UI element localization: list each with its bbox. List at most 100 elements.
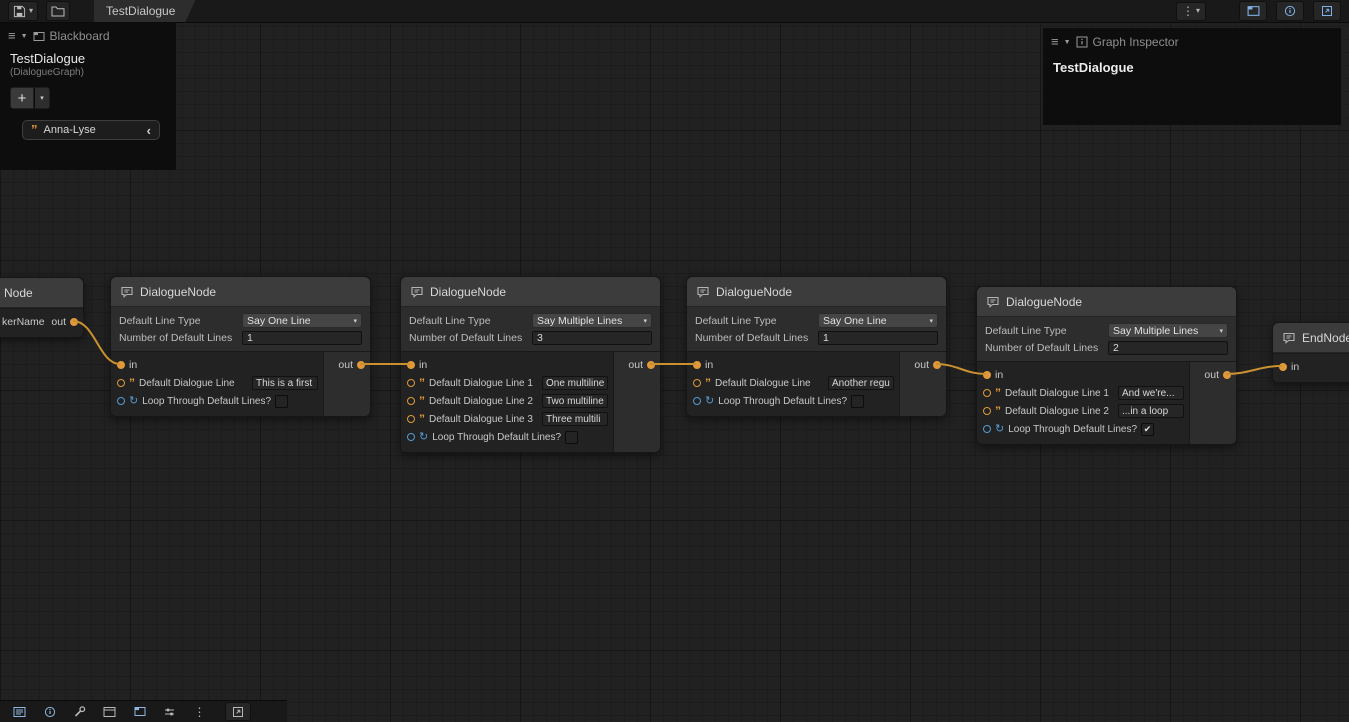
output-port[interactable] [70, 318, 78, 326]
node-title-bar[interactable]: DialogueNode [401, 277, 660, 307]
dialogue-node-1[interactable]: DialogueNode Default Line Type Say One L… [110, 276, 371, 417]
dialogue-line-field[interactable]: ...in a loop [1118, 404, 1184, 418]
input-port-label: in [705, 359, 713, 371]
output-port-label: out [51, 316, 66, 328]
input-port-label: in [419, 359, 427, 371]
settings-button[interactable] [66, 702, 93, 721]
quote-icon: ” [419, 398, 425, 405]
dialogue-node-3[interactable]: DialogueNode Default Line Type Say One L… [686, 276, 947, 417]
line-type-dropdown[interactable]: Say Multiple Lines ▾ [1108, 323, 1228, 338]
speaker-node[interactable]: Node kerName out [0, 277, 84, 338]
loop-checkbox[interactable]: ✔ [1141, 423, 1154, 436]
toggle-blackboard-button[interactable] [1239, 1, 1267, 21]
quote-icon: ” [705, 380, 711, 387]
blackboard-icon [33, 31, 45, 42]
node-title: DialogueNode [1006, 295, 1082, 309]
node-title: EndNode [1302, 331, 1349, 345]
menu-icon[interactable]: ≡ [8, 31, 16, 41]
blackboard-property-row[interactable]: ” Anna-Lyse ‹ [22, 120, 160, 140]
save-dropdown-caret[interactable]: ▾ [29, 7, 33, 15]
open-preview-button[interactable] [1313, 1, 1341, 21]
breadcrumb[interactable]: TestDialogue [94, 0, 195, 22]
node-title-bar[interactable]: EndNode [1273, 323, 1349, 353]
dialogue-line-port[interactable] [983, 407, 991, 415]
input-port-label: in [1291, 361, 1299, 373]
output-port[interactable] [357, 361, 365, 369]
info-icon [44, 706, 56, 718]
property-name: Anna-Lyse [44, 124, 141, 136]
chevron-down-icon: ▾ [40, 94, 44, 102]
output-port[interactable] [1223, 371, 1231, 379]
dialogue-line-field[interactable]: And we're... [1118, 386, 1184, 400]
loop-icon: ↻ [995, 424, 1004, 434]
num-lines-field[interactable]: 1 [818, 331, 938, 345]
dialogue-line-port[interactable] [983, 389, 991, 397]
window-button[interactable] [96, 702, 123, 721]
dialogue-line-port[interactable] [693, 379, 701, 387]
menu-icon[interactable]: ≡ [1051, 37, 1059, 47]
save-icon[interactable] [13, 5, 26, 18]
loop-checkbox[interactable] [851, 395, 864, 408]
node-title-bar[interactable]: DialogueNode [111, 277, 370, 307]
num-lines-label: Number of Default Lines [695, 332, 808, 344]
num-lines-field[interactable]: 3 [532, 331, 652, 345]
dialogue-line-port[interactable] [407, 379, 415, 387]
input-port[interactable] [983, 371, 991, 379]
loop-checkbox[interactable] [565, 431, 578, 444]
node-title-bar[interactable]: Node [0, 278, 83, 308]
line-type-dropdown[interactable]: Say Multiple Lines ▾ [532, 313, 652, 328]
input-port[interactable] [1279, 363, 1287, 371]
dialogue-line-field[interactable]: Two multiline [542, 394, 608, 408]
toggle-inspector-button[interactable] [1276, 1, 1304, 21]
line-type-dropdown[interactable]: Say One Line ▾ [242, 313, 362, 328]
blackboard-toggle-button[interactable] [126, 702, 153, 721]
dialogue-node-2[interactable]: DialogueNode Default Line Type Say Multi… [400, 276, 661, 453]
loop-port[interactable] [407, 433, 415, 441]
console-list-button[interactable] [6, 702, 33, 721]
chevron-down-icon: ▾ [353, 317, 357, 325]
dialogue-line-field[interactable]: This is a first [252, 376, 318, 390]
save-button-group[interactable]: ▾ [8, 1, 38, 21]
inspector-header[interactable]: ≡ ▼ Graph Inspector [1043, 28, 1341, 53]
node-title-bar[interactable]: DialogueNode [687, 277, 946, 307]
quote-icon: ” [129, 380, 135, 387]
loop-checkbox[interactable] [275, 395, 288, 408]
output-port[interactable] [933, 361, 941, 369]
inspector-toggle-button[interactable] [36, 702, 63, 721]
open-editor-button[interactable] [225, 702, 251, 721]
quote-icon: ” [31, 125, 38, 135]
dialogue-line-port[interactable] [117, 379, 125, 387]
num-lines-field[interactable]: 1 [242, 331, 362, 345]
loop-port[interactable] [983, 425, 991, 433]
loop-port[interactable] [693, 397, 701, 405]
input-port[interactable] [693, 361, 701, 369]
input-port[interactable] [407, 361, 415, 369]
input-port[interactable] [117, 361, 125, 369]
node-title-bar[interactable]: DialogueNode [977, 287, 1236, 317]
end-node[interactable]: EndNode in [1272, 322, 1349, 383]
add-property-dropdown[interactable]: ▾ [35, 87, 50, 109]
toolbar-options-button[interactable]: ⋮ ▾ [1176, 2, 1206, 21]
foldout-icon[interactable]: ▼ [1064, 39, 1071, 46]
dialogue-line-port[interactable] [407, 397, 415, 405]
line-type-label: Default Line Type [695, 315, 777, 327]
line-type-dropdown[interactable]: Say One Line ▾ [818, 313, 938, 328]
output-port[interactable] [647, 361, 655, 369]
dialogue-line-field[interactable]: Another regu [828, 376, 894, 390]
foldout-icon[interactable]: ▼ [21, 33, 28, 40]
num-lines-field[interactable]: 2 [1108, 341, 1228, 355]
kebab-icon: ⋮ [194, 706, 206, 718]
line-type-value: Say Multiple Lines [537, 315, 622, 327]
dialogue-line-field[interactable]: One multiline [542, 376, 608, 390]
loop-port[interactable] [117, 397, 125, 405]
dialogue-line-field[interactable]: Three multili [542, 412, 608, 426]
folder-button[interactable] [46, 1, 70, 21]
more-options-button[interactable]: ⋮ [186, 702, 213, 721]
dialogue-line-label: Default Dialogue Line 3 [429, 414, 533, 425]
dialogue-node-4[interactable]: DialogueNode Default Line Type Say Multi… [976, 286, 1237, 445]
chevron-left-icon[interactable]: ‹ [147, 123, 151, 138]
dialogue-line-port[interactable] [407, 415, 415, 423]
blackboard-header[interactable]: ≡ ▼ Blackboard [0, 22, 176, 47]
sliders-button[interactable] [156, 702, 183, 721]
add-property-button[interactable]: + [10, 87, 34, 109]
